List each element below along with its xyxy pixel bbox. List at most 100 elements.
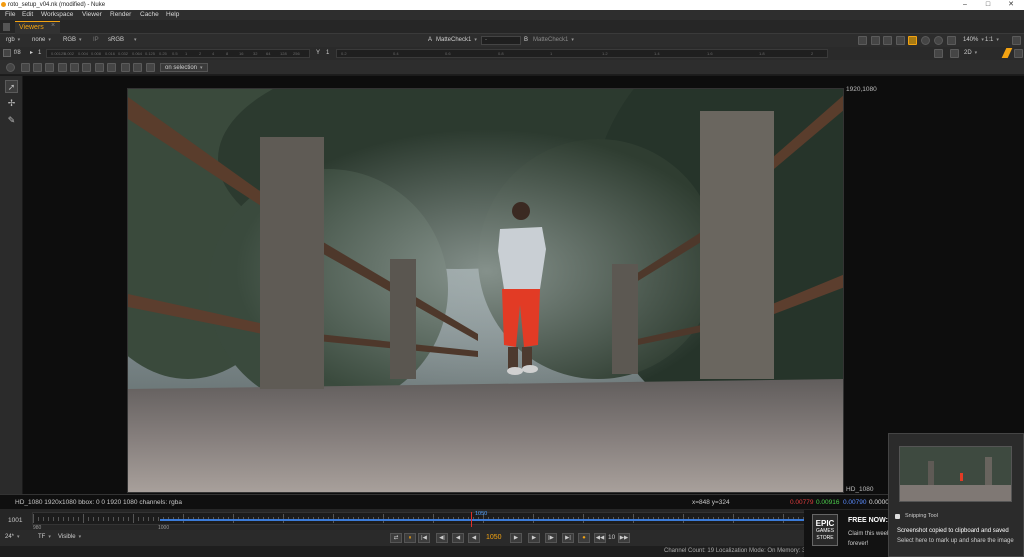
- play-icon[interactable]: ▶: [510, 533, 522, 543]
- menu-edit[interactable]: Edit: [22, 11, 33, 18]
- step-back-icon[interactable]: ◀◀: [594, 533, 606, 543]
- lifetime-dropdown[interactable]: on selection ▾: [160, 63, 208, 72]
- feather-link-icon[interactable]: [133, 63, 142, 72]
- gain-tick-label: 2: [199, 51, 202, 56]
- viewer-settings-icon[interactable]: [1012, 36, 1021, 45]
- gain-tick-label: 0.008: [91, 51, 102, 56]
- input-process-toggle[interactable]: IP: [93, 36, 99, 45]
- viewer-toolbar-top: rgb ▾ none ▾ RGB ▾ IP sRGB ▾ A MatteCheck1 ▾ …: [0, 34, 1024, 47]
- settings-gear-icon[interactable]: [6, 63, 15, 72]
- gamma-tick-label: 2: [811, 51, 814, 56]
- timeline-tick: [78, 517, 79, 521]
- compare-op-dropdown[interactable]: -: [481, 36, 521, 45]
- menu-file[interactable]: File: [5, 11, 15, 18]
- play-back-icon[interactable]: ◀: [468, 533, 480, 543]
- fstop-field[interactable]: f/8: [14, 49, 21, 58]
- gain-arrow-icon[interactable]: ▸: [30, 49, 33, 58]
- next-frame-icon[interactable]: ▶: [528, 533, 540, 543]
- epic-games-logo: EPIC GAMES STORE: [812, 514, 838, 546]
- notification-app-name: Snipping Tool: [905, 513, 938, 519]
- gain-toggle-icon[interactable]: [3, 49, 11, 57]
- last-frame-icon[interactable]: ▶|: [562, 533, 574, 543]
- paint-brush-icon[interactable]: [1001, 48, 1013, 58]
- select-points-icon[interactable]: [21, 63, 30, 72]
- menu-render[interactable]: Render: [110, 11, 131, 18]
- tab-close-icon[interactable]: ×: [51, 22, 55, 29]
- pixel-green-value: 0.00916: [816, 499, 840, 506]
- gamma-tick-label: 0.8: [498, 51, 504, 56]
- next-key-icon[interactable]: |▶: [545, 533, 557, 543]
- menu-cache[interactable]: Cache: [140, 11, 159, 18]
- clipping-warning-icon[interactable]: [908, 36, 917, 45]
- axis-icon[interactable]: [950, 49, 959, 58]
- first-frame-icon[interactable]: |◀: [418, 533, 430, 543]
- menu-help[interactable]: Help: [166, 11, 179, 18]
- show-tangents-icon[interactable]: [70, 63, 79, 72]
- loop-icon[interactable]: ⇄: [390, 533, 402, 543]
- show-transform-icon[interactable]: [95, 63, 104, 72]
- timeline-tick: [63, 517, 64, 521]
- frame-step-field[interactable]: 10: [608, 534, 615, 541]
- input-a-dropdown[interactable]: MatteCheck1 ▾: [436, 36, 477, 45]
- gain-tick-label: 0.032: [118, 51, 129, 56]
- transform-icon[interactable]: [934, 49, 943, 58]
- point-tool-icon[interactable]: ✢: [5, 97, 18, 110]
- select-feather-icon[interactable]: [45, 63, 54, 72]
- step-forward-icon[interactable]: ▶▶: [618, 533, 630, 543]
- gain-field[interactable]: 1: [38, 49, 41, 58]
- fps-dropdown[interactable]: 24* ▾: [5, 533, 20, 542]
- show-points-icon[interactable]: [58, 63, 67, 72]
- cached-frames-bar: [160, 519, 886, 521]
- safe-area-icon[interactable]: [871, 36, 880, 45]
- gain-tick-label: 0.5: [172, 51, 178, 56]
- menu-viewer[interactable]: Viewer: [82, 11, 102, 18]
- proxy-dropdown[interactable]: 1:1 ▾: [985, 36, 999, 45]
- zoom-dropdown[interactable]: 140% ▾: [963, 36, 984, 45]
- roi-icon[interactable]: [858, 36, 867, 45]
- playhead[interactable]: [471, 512, 472, 527]
- colorspace-dropdown[interactable]: sRGB ▾: [108, 36, 137, 45]
- refresh-icon[interactable]: [921, 36, 930, 45]
- visible-range-dropdown[interactable]: Visible ▾: [58, 533, 81, 542]
- tf-dropdown[interactable]: TF ▾: [38, 533, 51, 542]
- timeline-tick: [93, 517, 94, 521]
- play-mode-icon[interactable]: ⏸: [404, 533, 416, 543]
- lut-icon[interactable]: [896, 36, 905, 45]
- input-b-dropdown[interactable]: MatteCheck1 ▾: [533, 36, 574, 45]
- pause-icon[interactable]: [934, 36, 943, 45]
- viewer-options-icon[interactable]: [1014, 49, 1023, 58]
- menu-workspace[interactable]: Workspace: [41, 11, 73, 18]
- channels-dropdown[interactable]: rgb ▾: [6, 36, 20, 45]
- gamma-slider[interactable]: 0.2 0.4 0.6 0.8 1 1.2 1.4 1.6 1.8 2: [336, 49, 828, 58]
- gamma-field[interactable]: 1: [326, 49, 329, 58]
- display-channels-dropdown[interactable]: RGB ▾: [63, 36, 82, 45]
- gain-slider[interactable]: 0.00125 0.002 0.004 0.008 0.016 0.032 0.064 0.1…: [46, 49, 310, 58]
- minimize-icon[interactable]: –: [954, 0, 976, 10]
- snipping-tool-notification[interactable]: Snipping Tool Screenshot copied to clipb…: [888, 433, 1024, 557]
- capture-icon[interactable]: [947, 36, 956, 45]
- label-points-icon[interactable]: [146, 63, 155, 72]
- pane-menu-icon[interactable]: [3, 23, 10, 31]
- select-tool-icon[interactable]: ➚: [5, 80, 18, 93]
- prev-key-icon[interactable]: ◀|: [436, 533, 448, 543]
- close-icon[interactable]: ✕: [1000, 0, 1022, 10]
- viewer-toolbar-gain: f/8 ▸ 1 0.00125 0.002 0.004 0.008 0.016 0.032…: [0, 47, 1024, 60]
- maximize-icon[interactable]: □: [977, 0, 999, 10]
- epic-line2: forever!: [848, 541, 869, 547]
- select-curves-icon[interactable]: [33, 63, 42, 72]
- alpha-channel-dropdown[interactable]: none ▾: [32, 36, 51, 45]
- bezier-tool-icon[interactable]: ✎: [5, 114, 18, 127]
- tab-bar: Viewers: [0, 20, 1024, 34]
- overlay-icon[interactable]: [883, 36, 892, 45]
- ripple-icon[interactable]: [121, 63, 130, 72]
- view-mode-dropdown[interactable]: 2D ▾: [964, 49, 977, 58]
- show-labels-icon[interactable]: [107, 63, 116, 72]
- prev-frame-icon[interactable]: ◀: [452, 533, 464, 543]
- flipbook-icon[interactable]: ⏺: [578, 533, 590, 543]
- show-curves-icon[interactable]: [82, 63, 91, 72]
- timeline-tick: [113, 517, 114, 521]
- timeline-tick: [153, 517, 154, 521]
- epic-games-notification[interactable]: EPIC GAMES STORE FREE NOW: S Claim this …: [804, 510, 895, 557]
- timeline-start-frame[interactable]: 1001: [8, 517, 22, 524]
- current-frame-field[interactable]: 1050: [486, 534, 502, 541]
